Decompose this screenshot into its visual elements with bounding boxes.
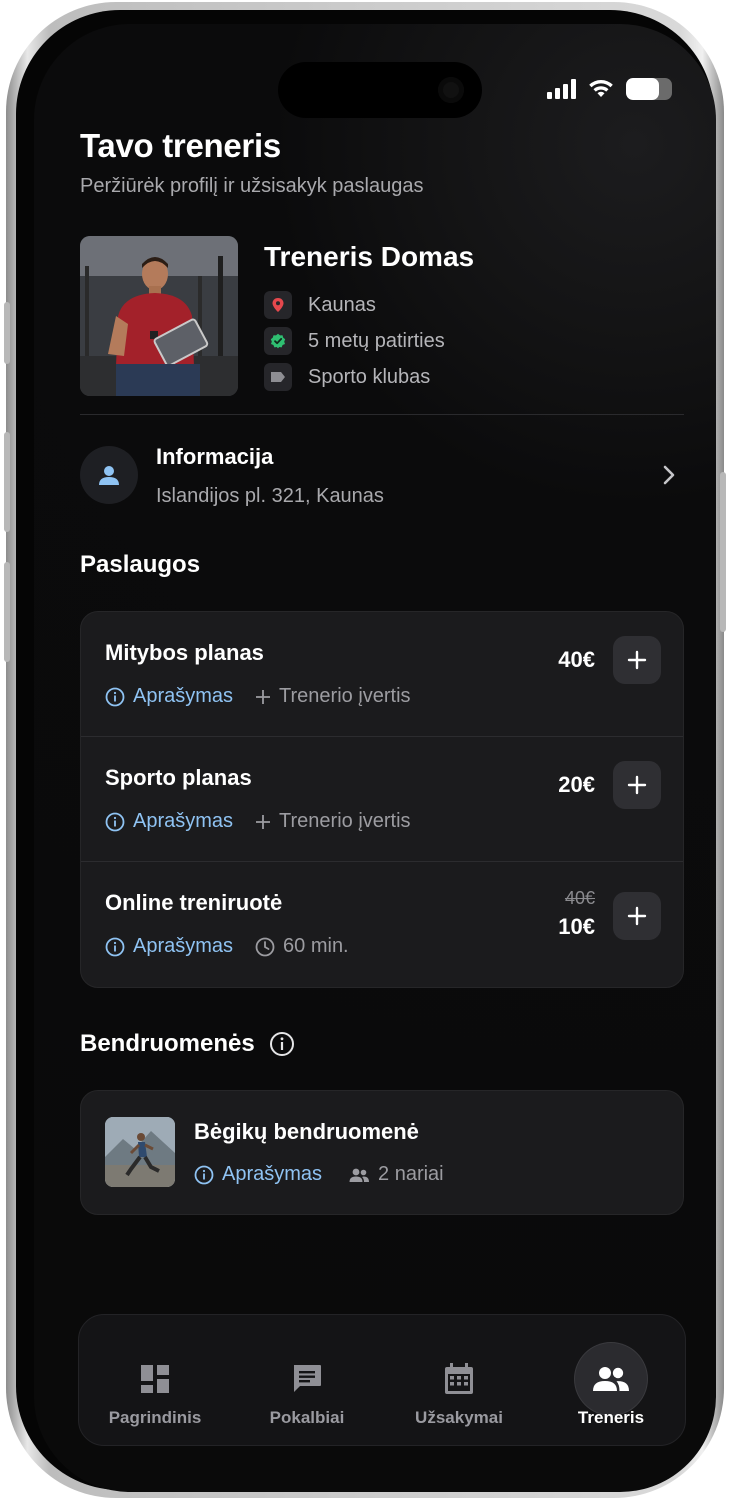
services-title: Paslaugos xyxy=(80,551,201,578)
service-links: Aprašymas Trenerio įvertis xyxy=(105,810,411,833)
members-count-label: 2 nariai xyxy=(378,1163,444,1185)
service-price: 40€ xyxy=(558,647,595,672)
add-service-button[interactable] xyxy=(613,761,661,809)
trainer-rating-label: Trenerio įvertis xyxy=(279,810,411,832)
plus-small-icon xyxy=(256,814,271,829)
power-button xyxy=(720,472,726,632)
tab-label: Užsakymai xyxy=(415,1408,503,1427)
divider xyxy=(80,414,684,415)
description-link-label: Aprašymas xyxy=(222,1163,323,1185)
info-icon xyxy=(105,687,125,706)
page-subtitle: Peržiūrėk profilį ir užsisakyk paslaugas xyxy=(80,175,424,197)
volume-down-button xyxy=(4,562,10,662)
phone-frame: Tavo treneris Peržiūrėk profilį ir užsis… xyxy=(4,2,726,1498)
community-links: Aprašymas 2 nariai xyxy=(194,1163,444,1186)
info-icon xyxy=(194,1165,214,1184)
trainer-location-text: Kaunas xyxy=(308,293,376,316)
tab-label: Pagrindinis xyxy=(108,1408,202,1427)
status-bar xyxy=(547,78,672,100)
service-item: Online treniruotė Aprašymas 60 min. 40€ … xyxy=(81,862,683,987)
trainer-rating-link[interactable]: Trenerio įvertis xyxy=(255,810,411,833)
person-icon xyxy=(80,446,138,504)
info-icon xyxy=(105,812,125,831)
dashboard-icon xyxy=(119,1343,191,1415)
plus-small-icon xyxy=(256,689,271,704)
clock-icon xyxy=(255,937,275,956)
info-icon[interactable] xyxy=(269,1031,295,1057)
volume-up-button xyxy=(4,432,10,532)
duration-label: 60 min. xyxy=(283,935,349,957)
runner-illustration xyxy=(105,1117,175,1187)
trainer-club-text: Sporto klubas xyxy=(308,365,431,388)
page-title: Tavo treneris xyxy=(80,127,281,164)
service-name: Sporto planas xyxy=(105,765,252,790)
duration: 60 min. xyxy=(255,935,349,958)
signal-icon xyxy=(547,79,576,99)
community-card[interactable]: Bėgikų bendruomenė Aprašymas 2 nariai xyxy=(80,1090,684,1215)
description-link[interactable]: Aprašymas xyxy=(105,685,233,708)
info-icon xyxy=(105,937,125,956)
trainer-rating-label: Trenerio įvertis xyxy=(279,685,411,707)
bezel: Tavo treneris Peržiūrėk profilį ir užsis… xyxy=(16,10,716,1492)
calendar-icon xyxy=(423,1343,495,1415)
description-link-label: Aprašymas xyxy=(133,935,234,957)
communities-header: Bendruomenės xyxy=(80,1030,295,1058)
tab-treneris[interactable]: Treneris xyxy=(535,1315,687,1447)
trainer-photo-illustration xyxy=(80,236,238,396)
communities-title: Bendruomenės xyxy=(80,1030,255,1057)
action-button xyxy=(4,302,10,364)
description-link[interactable]: Aprašymas xyxy=(194,1163,322,1186)
trainer-rating-link[interactable]: Trenerio įvertis xyxy=(255,685,411,708)
bottom-tab-bar: Pagrindinis Pokalbiai Užsakymai Treneris xyxy=(78,1314,686,1446)
service-price: 10€ xyxy=(558,914,595,939)
chevron-right-icon xyxy=(663,465,675,485)
location-pin-icon xyxy=(264,291,292,319)
front-camera xyxy=(438,77,464,103)
tab-pagrindinis[interactable]: Pagrindinis xyxy=(79,1315,231,1447)
trainer-club: Sporto klubas xyxy=(264,363,430,391)
wifi-icon xyxy=(589,80,613,97)
info-row[interactable]: Informacija Islandijos pl. 321, Kaunas xyxy=(80,442,684,534)
tag-icon xyxy=(264,363,292,391)
service-links: Aprašymas 60 min. xyxy=(105,935,349,958)
service-item: Sporto planas Aprašymas Trenerio įvertis… xyxy=(81,737,683,862)
service-item: Mitybos planas Aprašymas Trenerio įverti… xyxy=(81,612,683,737)
info-title: Informacija xyxy=(156,444,274,469)
add-service-button[interactable] xyxy=(613,892,661,940)
service-name: Mitybos planas xyxy=(105,640,264,665)
screen: Tavo treneris Peržiūrėk profilį ir užsis… xyxy=(34,24,716,1492)
members-count: 2 nariai xyxy=(348,1163,444,1186)
tab-label: Treneris xyxy=(577,1408,645,1427)
description-link[interactable]: Aprašymas xyxy=(105,810,233,833)
trainer-experience-text: 5 metų patirties xyxy=(308,329,445,352)
community-name: Bėgikų bendruomenė xyxy=(194,1119,419,1144)
verified-badge-icon xyxy=(264,327,292,355)
description-link-label: Aprašymas xyxy=(133,685,234,707)
trainer-location: Kaunas xyxy=(264,291,376,319)
people-icon xyxy=(575,1343,647,1415)
old-price: 40€ xyxy=(564,888,595,908)
group-icon xyxy=(349,1168,370,1182)
tab-label: Pokalbiai xyxy=(269,1408,345,1427)
plus-icon xyxy=(627,906,647,926)
service-name: Online treniruotė xyxy=(105,890,283,915)
trainer-name: Treneris Domas xyxy=(264,241,475,272)
description-link[interactable]: Aprašymas xyxy=(105,935,233,958)
info-address: Islandijos pl. 321, Kaunas xyxy=(156,485,384,507)
add-service-button[interactable] xyxy=(613,636,661,684)
service-links: Aprašymas Trenerio įvertis xyxy=(105,685,411,708)
community-image xyxy=(105,1117,175,1187)
chat-icon xyxy=(271,1343,343,1415)
plus-icon xyxy=(627,650,647,670)
plus-icon xyxy=(627,775,647,795)
tab-uzsakymai[interactable]: Užsakymai xyxy=(383,1315,535,1447)
tab-pokalbiai[interactable]: Pokalbiai xyxy=(231,1315,383,1447)
service-price: 20€ xyxy=(558,772,595,797)
services-card: Mitybos planas Aprašymas Trenerio įverti… xyxy=(80,611,684,988)
battery-icon xyxy=(626,78,672,100)
trainer-experience: 5 metų patirties xyxy=(264,327,445,355)
description-link-label: Aprašymas xyxy=(133,810,234,832)
trainer-photo xyxy=(80,236,238,396)
